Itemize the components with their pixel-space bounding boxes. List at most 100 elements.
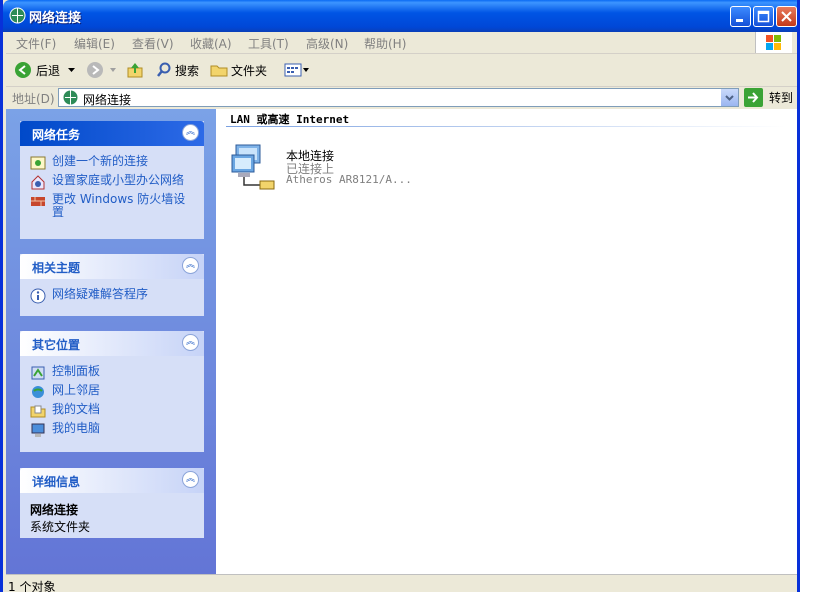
firewall-settings-label: 更改 Windows 防火墙设置 [52, 192, 186, 219]
network-places-icon [32, 386, 44, 398]
window-title: 网络连接 [29, 11, 82, 26]
details-name: 网络连接 [30, 503, 79, 517]
content-area: LAN 或高速 Internet 本地连接 已连接上 Atheros AR812… [216, 109, 797, 574]
collapse-chevron-icon[interactable]: ︽ [182, 257, 199, 274]
network-connections-icon [9, 7, 26, 24]
menu-favorites[interactable]: 收藏(A) [190, 35, 232, 52]
minimize-icon [736, 19, 743, 22]
collapse-chevron-icon[interactable]: ︽ [182, 124, 199, 141]
details-panel: 详细信息 ︽ 网络连接 系统文件夹 [20, 468, 204, 538]
folders-button[interactable]: 文件夹 [210, 60, 267, 80]
menu-view[interactable]: 查看(V) [132, 35, 174, 52]
menu-file[interactable]: 文件(F) [16, 35, 56, 52]
connection-device: Atheros AR8121/A... [286, 173, 412, 186]
address-dropdown-button[interactable] [720, 89, 738, 106]
related-topics-title: 相关主题 [32, 261, 81, 275]
address-input[interactable]: 网络连接 [58, 88, 739, 107]
address-bar: 地址(D) 网络连接 转到 [6, 87, 797, 109]
maximize-button[interactable] [753, 6, 774, 27]
chevron-down-icon [725, 95, 734, 101]
close-icon [781, 11, 792, 22]
minimize-button[interactable] [730, 6, 751, 27]
my-network-places-label: 网上邻居 [52, 383, 101, 397]
home-network-icon [31, 175, 45, 190]
windows-flag-icon [766, 35, 781, 50]
my-computer-icon [31, 423, 45, 437]
control-panel-label: 控制面板 [52, 364, 101, 378]
menu-bar: 文件(F) 编辑(E) 查看(V) 收藏(A) 工具(T) 高级(N) 帮助(H… [6, 32, 797, 54]
setup-home-network-link[interactable]: 设置家庭或小型办公网络 [30, 174, 194, 190]
network-troubleshooter-label: 网络疑难解答程序 [52, 287, 149, 301]
related-topics-panel: 相关主题 ︽ 网络疑难解答程序 [20, 254, 204, 316]
create-connection-link[interactable]: 创建一个新的连接 [30, 155, 194, 171]
maximize-icon [757, 10, 770, 23]
menu-tools[interactable]: 工具(T) [248, 35, 289, 52]
create-connection-label: 创建一个新的连接 [52, 154, 149, 168]
go-arrow-icon [744, 88, 763, 107]
views-button[interactable] [284, 60, 310, 80]
folders-icon [210, 65, 228, 77]
details-type: 系统文件夹 [30, 520, 91, 534]
my-network-places-link[interactable]: 网上邻居 [30, 384, 194, 400]
my-documents-link[interactable]: 我的文档 [30, 403, 194, 419]
details-title: 详细信息 [32, 475, 81, 489]
back-dropdown-icon[interactable] [66, 65, 78, 75]
my-documents-icon [30, 405, 46, 418]
firewall-settings-link[interactable]: 更改 Windows 防火墙设置 [30, 193, 194, 219]
local-connection-item[interactable]: 本地连接 已连接上 Atheros AR8121/A... [230, 141, 420, 197]
collapse-chevron-icon[interactable]: ︽ [182, 471, 199, 488]
setup-home-network-label: 设置家庭或小型办公网络 [52, 173, 185, 187]
menu-edit[interactable]: 编辑(E) [74, 35, 115, 52]
new-connection-icon [30, 156, 46, 170]
group-header: LAN 或高速 Internet [230, 113, 350, 126]
network-troubleshooter-link[interactable]: 网络疑难解答程序 [30, 288, 194, 304]
status-bar: 1 个对象 [6, 574, 797, 592]
go-label: 转到 [769, 91, 794, 105]
views-icon [284, 63, 302, 77]
search-button[interactable]: 搜索 [156, 60, 199, 80]
toolbar: 后退 搜索 文件夹 [6, 54, 797, 87]
network-connections-icon [63, 90, 78, 105]
details-header[interactable]: 详细信息 ︽ [20, 468, 204, 493]
status-text: 1 个对象 [8, 580, 56, 592]
related-topics-header[interactable]: 相关主题 ︽ [20, 254, 204, 279]
search-label: 搜索 [175, 63, 200, 78]
title-bar[interactable]: 网络连接 [3, 0, 797, 32]
menu-help[interactable]: 帮助(H) [364, 35, 406, 52]
search-icon [157, 62, 171, 77]
my-computer-link[interactable]: 我的电脑 [30, 422, 194, 438]
back-label: 后退 [36, 63, 61, 78]
back-arrow-icon [15, 62, 31, 78]
other-places-panel: 其它位置 ︽ 控制面板 网上邻居 我的文档 我的电脑 [20, 331, 204, 452]
collapse-chevron-icon[interactable]: ︽ [182, 334, 199, 351]
forward-button[interactable] [86, 60, 118, 80]
explorer-window: 网络连接 文件(F) 编辑(E) 查看(V) 收藏(A) 工具(T) 高级(N)… [0, 0, 800, 592]
views-dropdown-icon [303, 68, 309, 72]
task-pane: 网络任务 ︽ 创建一个新的连接 设置家庭或小型办公网络 更改 Windows 防… [6, 109, 216, 574]
info-icon [30, 288, 46, 304]
forward-dropdown-icon [110, 68, 116, 72]
back-button[interactable]: 后退 [14, 60, 78, 80]
folders-label: 文件夹 [231, 63, 268, 78]
other-places-title: 其它位置 [32, 338, 81, 352]
address-label: 地址(D) [12, 92, 55, 106]
up-folder-button[interactable] [126, 60, 144, 80]
my-computer-label: 我的电脑 [52, 421, 101, 435]
my-documents-label: 我的文档 [52, 402, 101, 416]
firewall-icon [31, 197, 45, 206]
go-button[interactable]: 转到 [744, 88, 793, 107]
forward-arrow-icon [87, 62, 103, 78]
close-button[interactable] [776, 6, 797, 27]
control-panel-link[interactable]: 控制面板 [30, 365, 194, 381]
menu-advanced[interactable]: 高级(N) [306, 35, 348, 52]
network-tasks-panel: 网络任务 ︽ 创建一个新的连接 设置家庭或小型办公网络 更改 Windows 防… [20, 121, 204, 239]
control-panel-icon [31, 366, 45, 380]
network-tasks-header[interactable]: 网络任务 ︽ [20, 121, 204, 146]
lan-connection-icon [231, 144, 275, 190]
up-folder-icon [127, 63, 143, 78]
windows-logo [755, 32, 792, 53]
group-divider [226, 126, 786, 127]
network-tasks-title: 网络任务 [32, 128, 81, 142]
other-places-header[interactable]: 其它位置 ︽ [20, 331, 204, 356]
desktop-background [800, 0, 817, 592]
